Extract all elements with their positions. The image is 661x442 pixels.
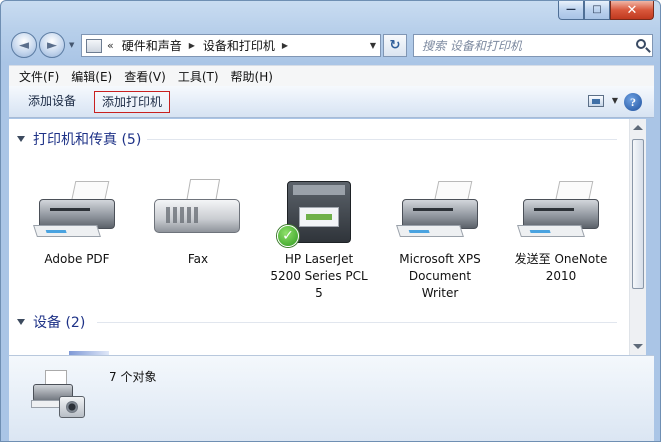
scroll-down-icon[interactable] xyxy=(633,344,643,349)
menu-edit[interactable]: 编辑(E) xyxy=(65,68,118,85)
search-box[interactable]: 搜索 设备和打印机 xyxy=(413,34,653,57)
breadcrumb-hardware-sound[interactable]: 硬件和声音 xyxy=(122,37,182,54)
refresh-button[interactable]: ↻ xyxy=(383,34,407,57)
control-panel-icon xyxy=(86,38,102,53)
close-icon: ✕ xyxy=(626,2,638,18)
help-icon[interactable]: ? xyxy=(624,93,642,111)
close-button[interactable]: ✕ xyxy=(610,1,654,20)
devices-content-area: 打印机和传真 (5) Adobe PDF Fax ✓ HP LaserJet 5… xyxy=(9,119,641,355)
item-label: 发送至 OneNote 2010 xyxy=(514,252,608,283)
back-button[interactable]: ◄ xyxy=(11,32,37,58)
menu-tools[interactable]: 工具(T) xyxy=(172,68,225,85)
address-dropdown-icon[interactable]: ▼ xyxy=(370,41,376,50)
add-device-button[interactable]: 添加设备 xyxy=(21,91,83,113)
default-printer-check-icon: ✓ xyxy=(277,225,299,247)
printer-icon xyxy=(390,177,490,247)
printer-item-microsoft-xps[interactable]: Microsoft XPS Document Writer xyxy=(390,177,490,302)
caption-buttons: — □ ✕ xyxy=(558,1,654,20)
collapse-arrow-icon[interactable] xyxy=(17,136,25,142)
breadcrumb-devices-printers[interactable]: 设备和打印机 xyxy=(203,37,275,54)
address-bar[interactable]: « 硬件和声音 ▶ 设备和打印机 ▶ ▼ xyxy=(81,34,381,57)
scroll-up-icon[interactable] xyxy=(633,125,643,130)
item-label: HP LaserJet 5200 Series PCL 5 xyxy=(270,252,368,300)
breadcrumb-overflow[interactable]: « xyxy=(107,39,114,52)
collapse-arrow-icon[interactable] xyxy=(17,319,25,325)
menu-bar: 文件(F) 编辑(E) 查看(V) 工具(T) 帮助(H) xyxy=(9,65,654,86)
printer-icon xyxy=(511,177,611,247)
explorer-window: — □ ✕ ◄ ► ▼ « 硬件和声音 ▶ 设备和打印机 ▶ ▼ ↻ 搜索 设备… xyxy=(0,0,661,442)
item-label: Adobe PDF xyxy=(44,252,110,266)
search-icon[interactable] xyxy=(636,39,646,49)
group-divider xyxy=(97,322,617,323)
details-pane: 7 个对象 xyxy=(9,355,654,441)
menu-file[interactable]: 文件(F) xyxy=(13,68,65,85)
printer-item-hp-laserjet[interactable]: ✓ HP LaserJet 5200 Series PCL 5 xyxy=(269,177,369,302)
object-count: 7 个对象 xyxy=(109,370,157,384)
menu-view[interactable]: 查看(V) xyxy=(118,68,172,85)
printer-item-onenote[interactable]: 发送至 OneNote 2010 xyxy=(511,177,611,285)
printer-item-fax[interactable]: Fax xyxy=(148,177,248,268)
group-header-printers[interactable]: 打印机和传真 (5) xyxy=(17,127,617,151)
item-label: Microsoft XPS Document Writer xyxy=(399,252,481,300)
forward-arrow-icon: ► xyxy=(47,37,57,53)
refresh-icon: ↻ xyxy=(389,38,401,53)
search-input[interactable]: 搜索 设备和打印机 xyxy=(422,37,522,54)
group-title-devices: 设备 (2) xyxy=(33,315,86,331)
vertical-scrollbar[interactable] xyxy=(629,119,646,355)
breadcrumb-arrow-icon[interactable]: ▶ xyxy=(282,41,288,50)
laserjet-printer-icon: ✓ xyxy=(269,177,369,247)
printer-icon xyxy=(27,177,127,247)
menu-help[interactable]: 帮助(H) xyxy=(225,68,279,85)
minimize-button[interactable]: — xyxy=(558,1,584,20)
forward-button[interactable]: ► xyxy=(39,32,65,58)
view-options-dropdown[interactable]: ▼ xyxy=(612,96,618,105)
devices-printers-icon xyxy=(29,368,93,424)
group-title-printers: 打印机和传真 (5) xyxy=(33,132,142,148)
maximize-icon: □ xyxy=(592,4,602,15)
group-header-devices[interactable]: 设备 (2) xyxy=(17,310,617,334)
add-printer-button[interactable]: 添加打印机 xyxy=(94,91,171,113)
change-view-icon[interactable] xyxy=(588,95,604,107)
back-arrow-icon: ◄ xyxy=(19,37,29,53)
breadcrumb-arrow-icon[interactable]: ▶ xyxy=(189,41,195,50)
item-label: Fax xyxy=(187,252,209,266)
group-divider xyxy=(147,139,617,140)
command-bar: 添加设备 添加打印机 ▼ ? xyxy=(9,86,654,118)
printer-item-adobe-pdf[interactable]: Adobe PDF xyxy=(27,177,127,268)
fax-icon xyxy=(148,177,248,247)
recent-pages-dropdown[interactable]: ▼ xyxy=(69,41,74,49)
navigation-bar: ◄ ► ▼ « 硬件和声音 ▶ 设备和打印机 ▶ ▼ ↻ 搜索 设备和打印机 xyxy=(9,30,654,60)
maximize-button[interactable]: □ xyxy=(584,1,610,20)
minimize-icon: — xyxy=(566,4,576,15)
scroll-thumb[interactable] xyxy=(632,139,644,289)
